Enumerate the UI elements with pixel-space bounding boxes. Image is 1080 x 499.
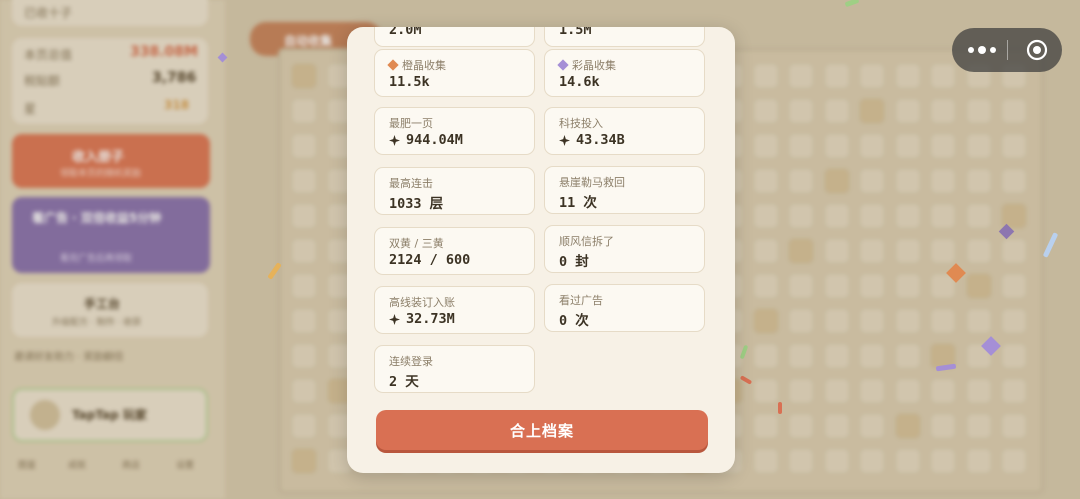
purple-diamond-icon <box>557 59 569 71</box>
stat-label: 最肥一页 <box>389 117 433 130</box>
stat-card-tech-investment: 科技投入 43.34B <box>544 107 705 155</box>
sparkle-icon <box>559 134 570 146</box>
stat-value: 0 封 <box>559 254 589 270</box>
stat-label: 科技投入 <box>559 117 603 130</box>
sparkle-icon <box>389 313 400 325</box>
stat-card-color-crystal: 彩晶收集 14.6k <box>544 49 705 97</box>
sparkle-icon <box>389 134 400 146</box>
stats-archive-modal: 2.0M 1.5M 橙晶收集 11.5k 彩晶收集 14.6k 最肥一页 944… <box>347 27 735 473</box>
stat-value: 1.5M <box>559 27 592 38</box>
capsule-divider <box>1007 40 1008 60</box>
orange-diamond-icon <box>387 59 399 71</box>
confetti <box>778 402 782 414</box>
stat-value: 2 天 <box>389 374 419 390</box>
close-archive-button[interactable]: 合上档案 <box>376 410 708 450</box>
stat-value-text: 944.04M <box>406 132 463 148</box>
stat-label: 最高连击 <box>389 177 433 190</box>
stat-card-cliff-rescue: 悬崖勒马救回 11 次 <box>544 166 705 214</box>
stat-value: 11 次 <box>559 195 597 211</box>
stat-label: 顺风信拆了 <box>559 235 614 248</box>
stat-value: 11.5k <box>389 74 430 90</box>
stat-card-partial: 1.5M <box>544 27 705 47</box>
stat-card-ads-watched: 看过广告 0 次 <box>544 284 705 332</box>
stat-card-double-triple-yolk: 双黄 / 三黄 2124 / 600 <box>374 227 535 275</box>
stat-value-text: 32.73M <box>406 311 455 327</box>
stat-value: 1033 层 <box>389 196 444 212</box>
stat-value-text: 43.34B <box>576 132 625 148</box>
stat-card-login-streak: 连续登录 2 天 <box>374 345 535 393</box>
more-dots-icon[interactable] <box>968 40 998 60</box>
stat-card-letters-opened: 顺风信拆了 0 封 <box>544 225 705 273</box>
stat-label: 双黄 / 三黄 <box>389 237 444 250</box>
stat-card-partial: 2.0M <box>374 27 535 47</box>
stat-label: 悬崖勒马救回 <box>559 176 625 189</box>
stat-value: 0 次 <box>559 313 589 329</box>
mini-program-capsule <box>952 28 1062 72</box>
stat-value: 2124 / 600 <box>389 252 471 268</box>
stat-card-fattest-page: 最肥一页 944.04M <box>374 107 535 155</box>
stat-card-binding-income: 高线装订入账 32.73M <box>374 286 535 334</box>
stat-card-max-combo: 最高连击 1033 层 <box>374 167 535 215</box>
stat-value: 14.6k <box>559 74 600 90</box>
stat-value: 2.0M <box>389 27 422 38</box>
stat-label: 彩晶收集 <box>572 59 616 72</box>
stat-label: 高线装订入账 <box>389 296 455 309</box>
stat-card-orange-crystal: 橙晶收集 11.5k <box>374 49 535 97</box>
stat-label: 橙晶收集 <box>402 59 446 72</box>
stat-label: 看过广告 <box>559 294 603 307</box>
stat-label: 连续登录 <box>389 355 433 368</box>
record-target-icon[interactable] <box>1026 39 1048 61</box>
